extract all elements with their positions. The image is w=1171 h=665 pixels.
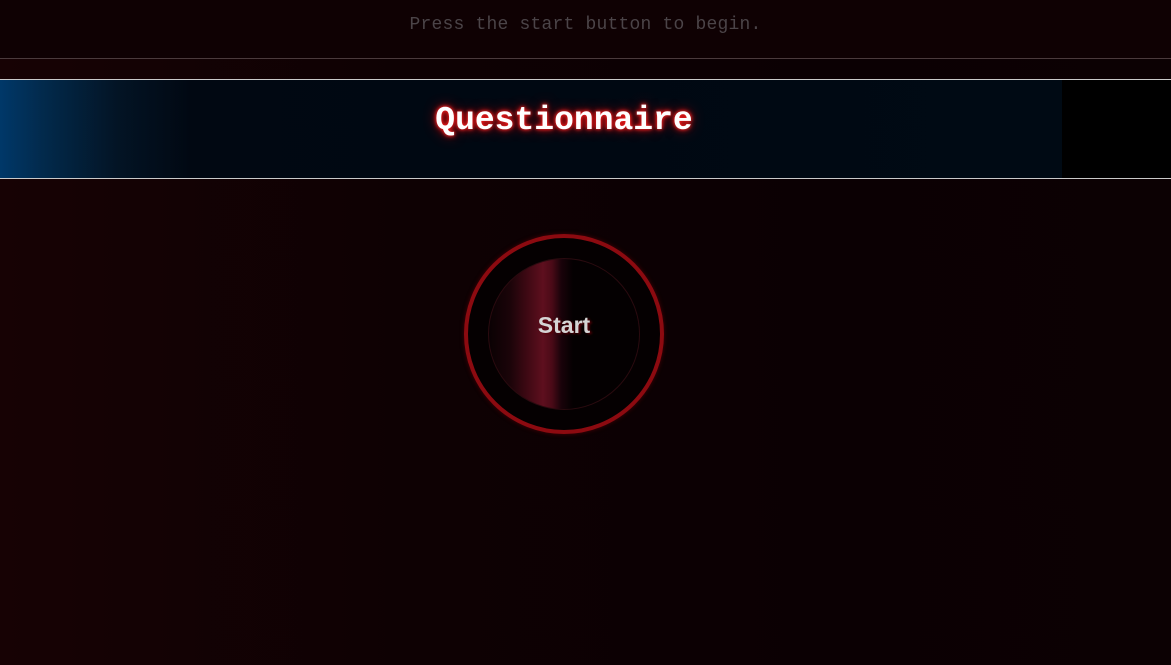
page-title: Questionnaire — [435, 102, 693, 139]
start-button[interactable] — [488, 258, 640, 410]
instruction-text: Press the start button to begin. — [409, 15, 762, 35]
instruction-bar: Press the start button to begin. — [0, 0, 1171, 59]
title-banner: Questionnaire — [0, 79, 1171, 179]
